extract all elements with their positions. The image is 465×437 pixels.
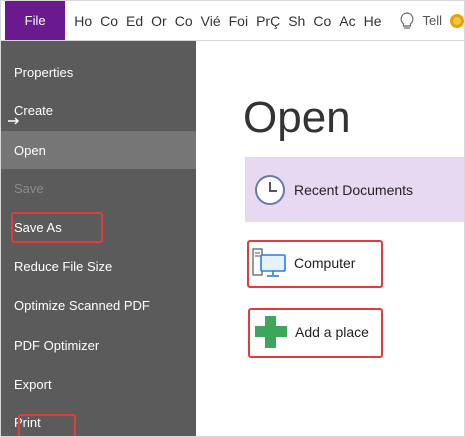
tab-view[interactable]: Vié	[198, 13, 224, 29]
sidebar-item-label: Reduce File Size	[14, 258, 113, 274]
sidebar-item-label: PDF Optimizer	[14, 337, 100, 353]
sidebar-item-create[interactable]: Create	[1, 91, 196, 129]
add-place-highlight-box	[248, 308, 383, 358]
tab-file-label: File	[24, 13, 46, 28]
sidebar-item-label: Export	[14, 376, 52, 392]
print-highlight-box	[18, 414, 76, 436]
tab-file[interactable]: File	[5, 1, 66, 40]
tab-connect[interactable]: Co	[310, 13, 334, 29]
tab-organize[interactable]: Or	[148, 13, 170, 29]
tell-me-box[interactable]: Tell	[398, 11, 464, 31]
sidebar-item-label: Optimize Scanned PDF	[14, 297, 150, 313]
sidebar-item-label: Open	[14, 142, 46, 158]
tab-accessibility[interactable]: Ac	[336, 13, 358, 29]
lightbulb-icon	[400, 11, 414, 29]
save-as-highlight-box	[11, 212, 103, 243]
sidebar-item-pdf-optimizer[interactable]: PDF Optimizer	[1, 326, 196, 364]
clock-icon	[255, 174, 285, 205]
tab-edit[interactable]: Ed	[123, 13, 146, 29]
sidebar-item-label: Properties	[14, 64, 74, 80]
sidebar-item-export[interactable]: Export	[1, 365, 196, 403]
tab-help[interactable]: He	[361, 13, 385, 29]
account-coin-icon[interactable]	[450, 13, 464, 28]
open-pane: Open Recent Documents Computer Add a pla…	[196, 41, 464, 436]
tab-convert[interactable]: Co	[172, 13, 196, 29]
tab-share[interactable]: Sh	[285, 13, 308, 29]
tab-home[interactable]: Ho	[71, 13, 95, 29]
ribbon-tab-bar: File Ho Co Ed Or Co Vié Foi PrÇ Sh Co Ac…	[1, 1, 464, 41]
tell-me-label: Tell	[422, 13, 442, 28]
tab-form[interactable]: Foi	[226, 13, 251, 29]
arrow-cursor-icon	[8, 117, 19, 125]
sidebar-item-properties[interactable]: Properties	[1, 53, 196, 91]
sidebar-item-optimize-scanned-pdf[interactable]: Optimize Scanned PDF	[1, 286, 196, 324]
sidebar-item-label: Save	[14, 180, 44, 196]
recent-documents-button[interactable]: Recent Documents	[245, 157, 464, 222]
recent-documents-label: Recent Documents	[294, 181, 414, 198]
tab-protect[interactable]: PrÇ	[253, 13, 283, 29]
sidebar-item-save[interactable]: Save	[1, 169, 196, 207]
app-window: File Ho Co Ed Or Co Vié Foi PrÇ Sh Co Ac…	[0, 0, 465, 437]
backstage-sidebar: Properties Create Open Save Save As Redu…	[1, 41, 196, 436]
sidebar-item-reduce-file-size[interactable]: Reduce File Size	[1, 247, 196, 285]
page-title: Open	[243, 93, 351, 142]
computer-highlight-box	[247, 240, 383, 288]
sidebar-item-open[interactable]: Open	[1, 131, 196, 169]
tab-comment[interactable]: Co	[97, 13, 121, 29]
